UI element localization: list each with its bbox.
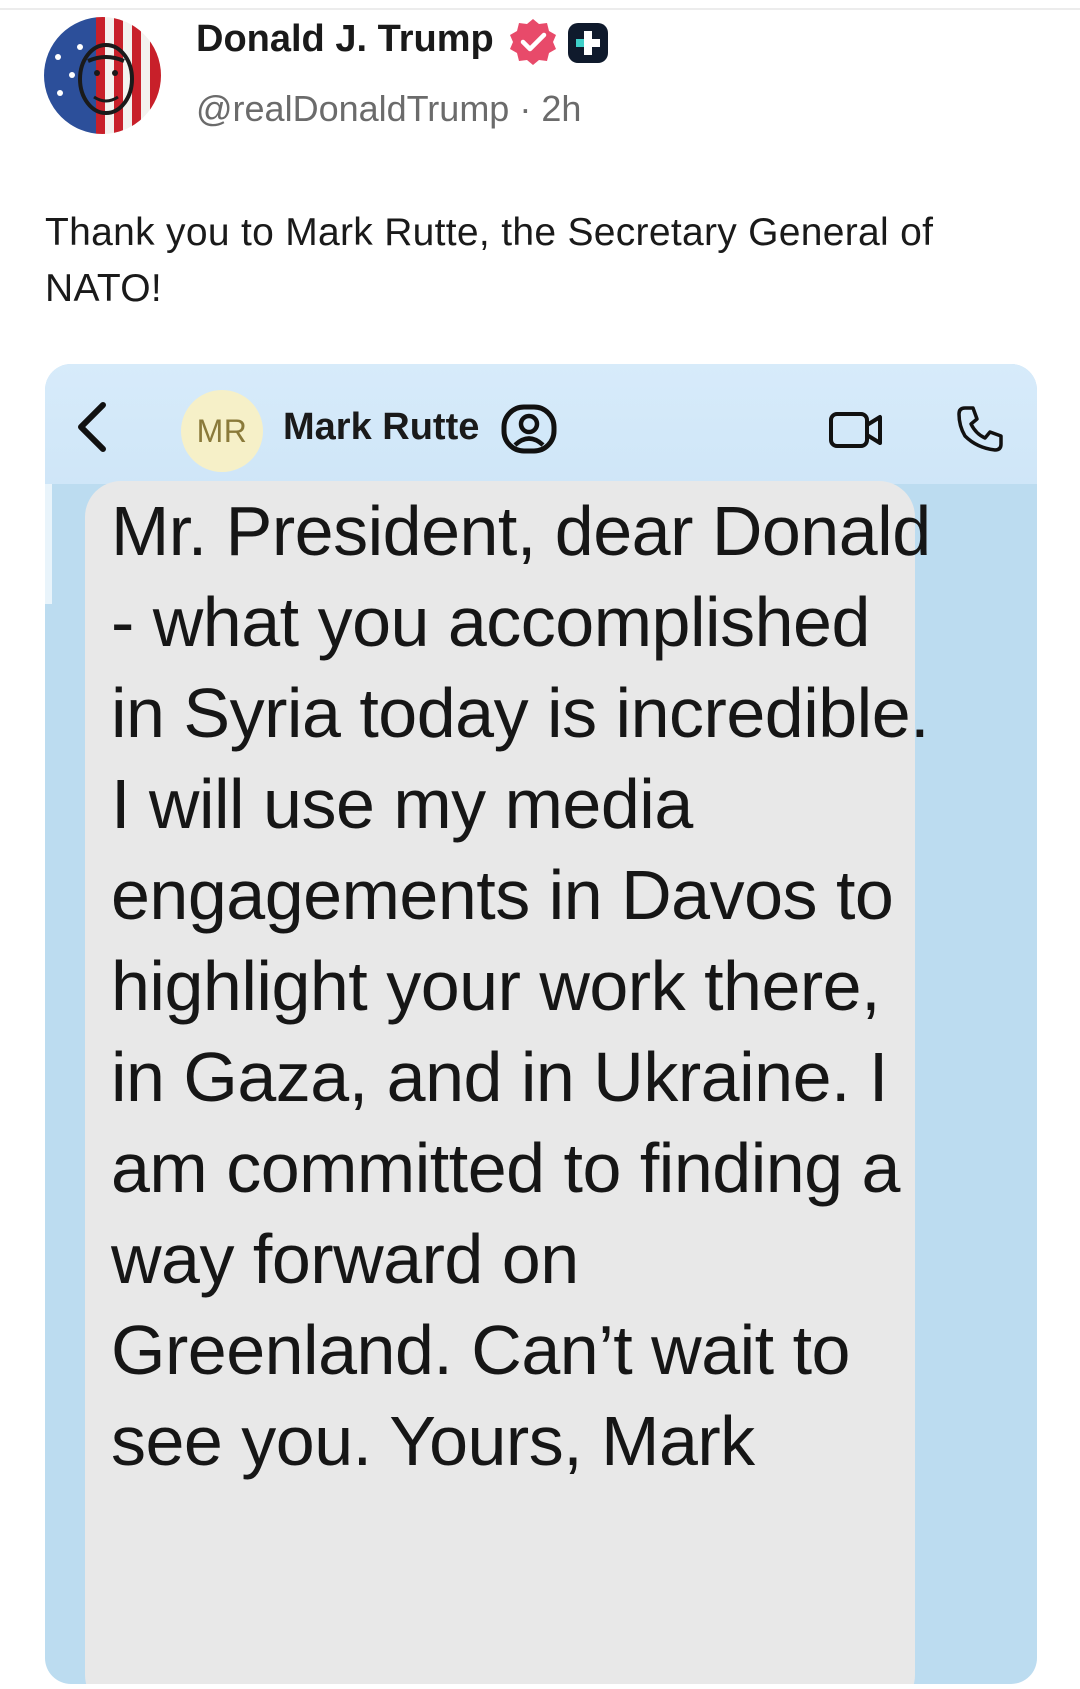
chat-edge (45, 484, 52, 604)
attached-screenshot[interactable]: MR Mark Rutte Mr. President, dear Donald… (45, 364, 1037, 1684)
phone-icon[interactable] (955, 404, 1005, 454)
plus-badge-icon (566, 21, 610, 65)
chevron-left-icon[interactable] (69, 397, 113, 457)
author-avatar[interactable] (44, 17, 161, 134)
contact-name[interactable]: Mark Rutte (283, 406, 479, 449)
contact-avatar[interactable]: MR (181, 390, 263, 472)
author-handle-timestamp[interactable]: @realDonaldTrump · 2h (196, 88, 581, 130)
post-text: Thank you to Mark Rutte, the Secretary G… (45, 211, 934, 310)
avatar-image (44, 17, 161, 134)
video-camera-icon[interactable] (828, 410, 884, 450)
contact-info-icon[interactable] (500, 404, 558, 454)
message-text: Mr. President, dear Donald - what you ac… (111, 492, 931, 1480)
author-name[interactable]: Donald J. Trump (196, 18, 494, 61)
chat-header: MR Mark Rutte (45, 364, 1037, 484)
verified-badge-icon (508, 17, 558, 67)
top-divider (0, 8, 1080, 10)
